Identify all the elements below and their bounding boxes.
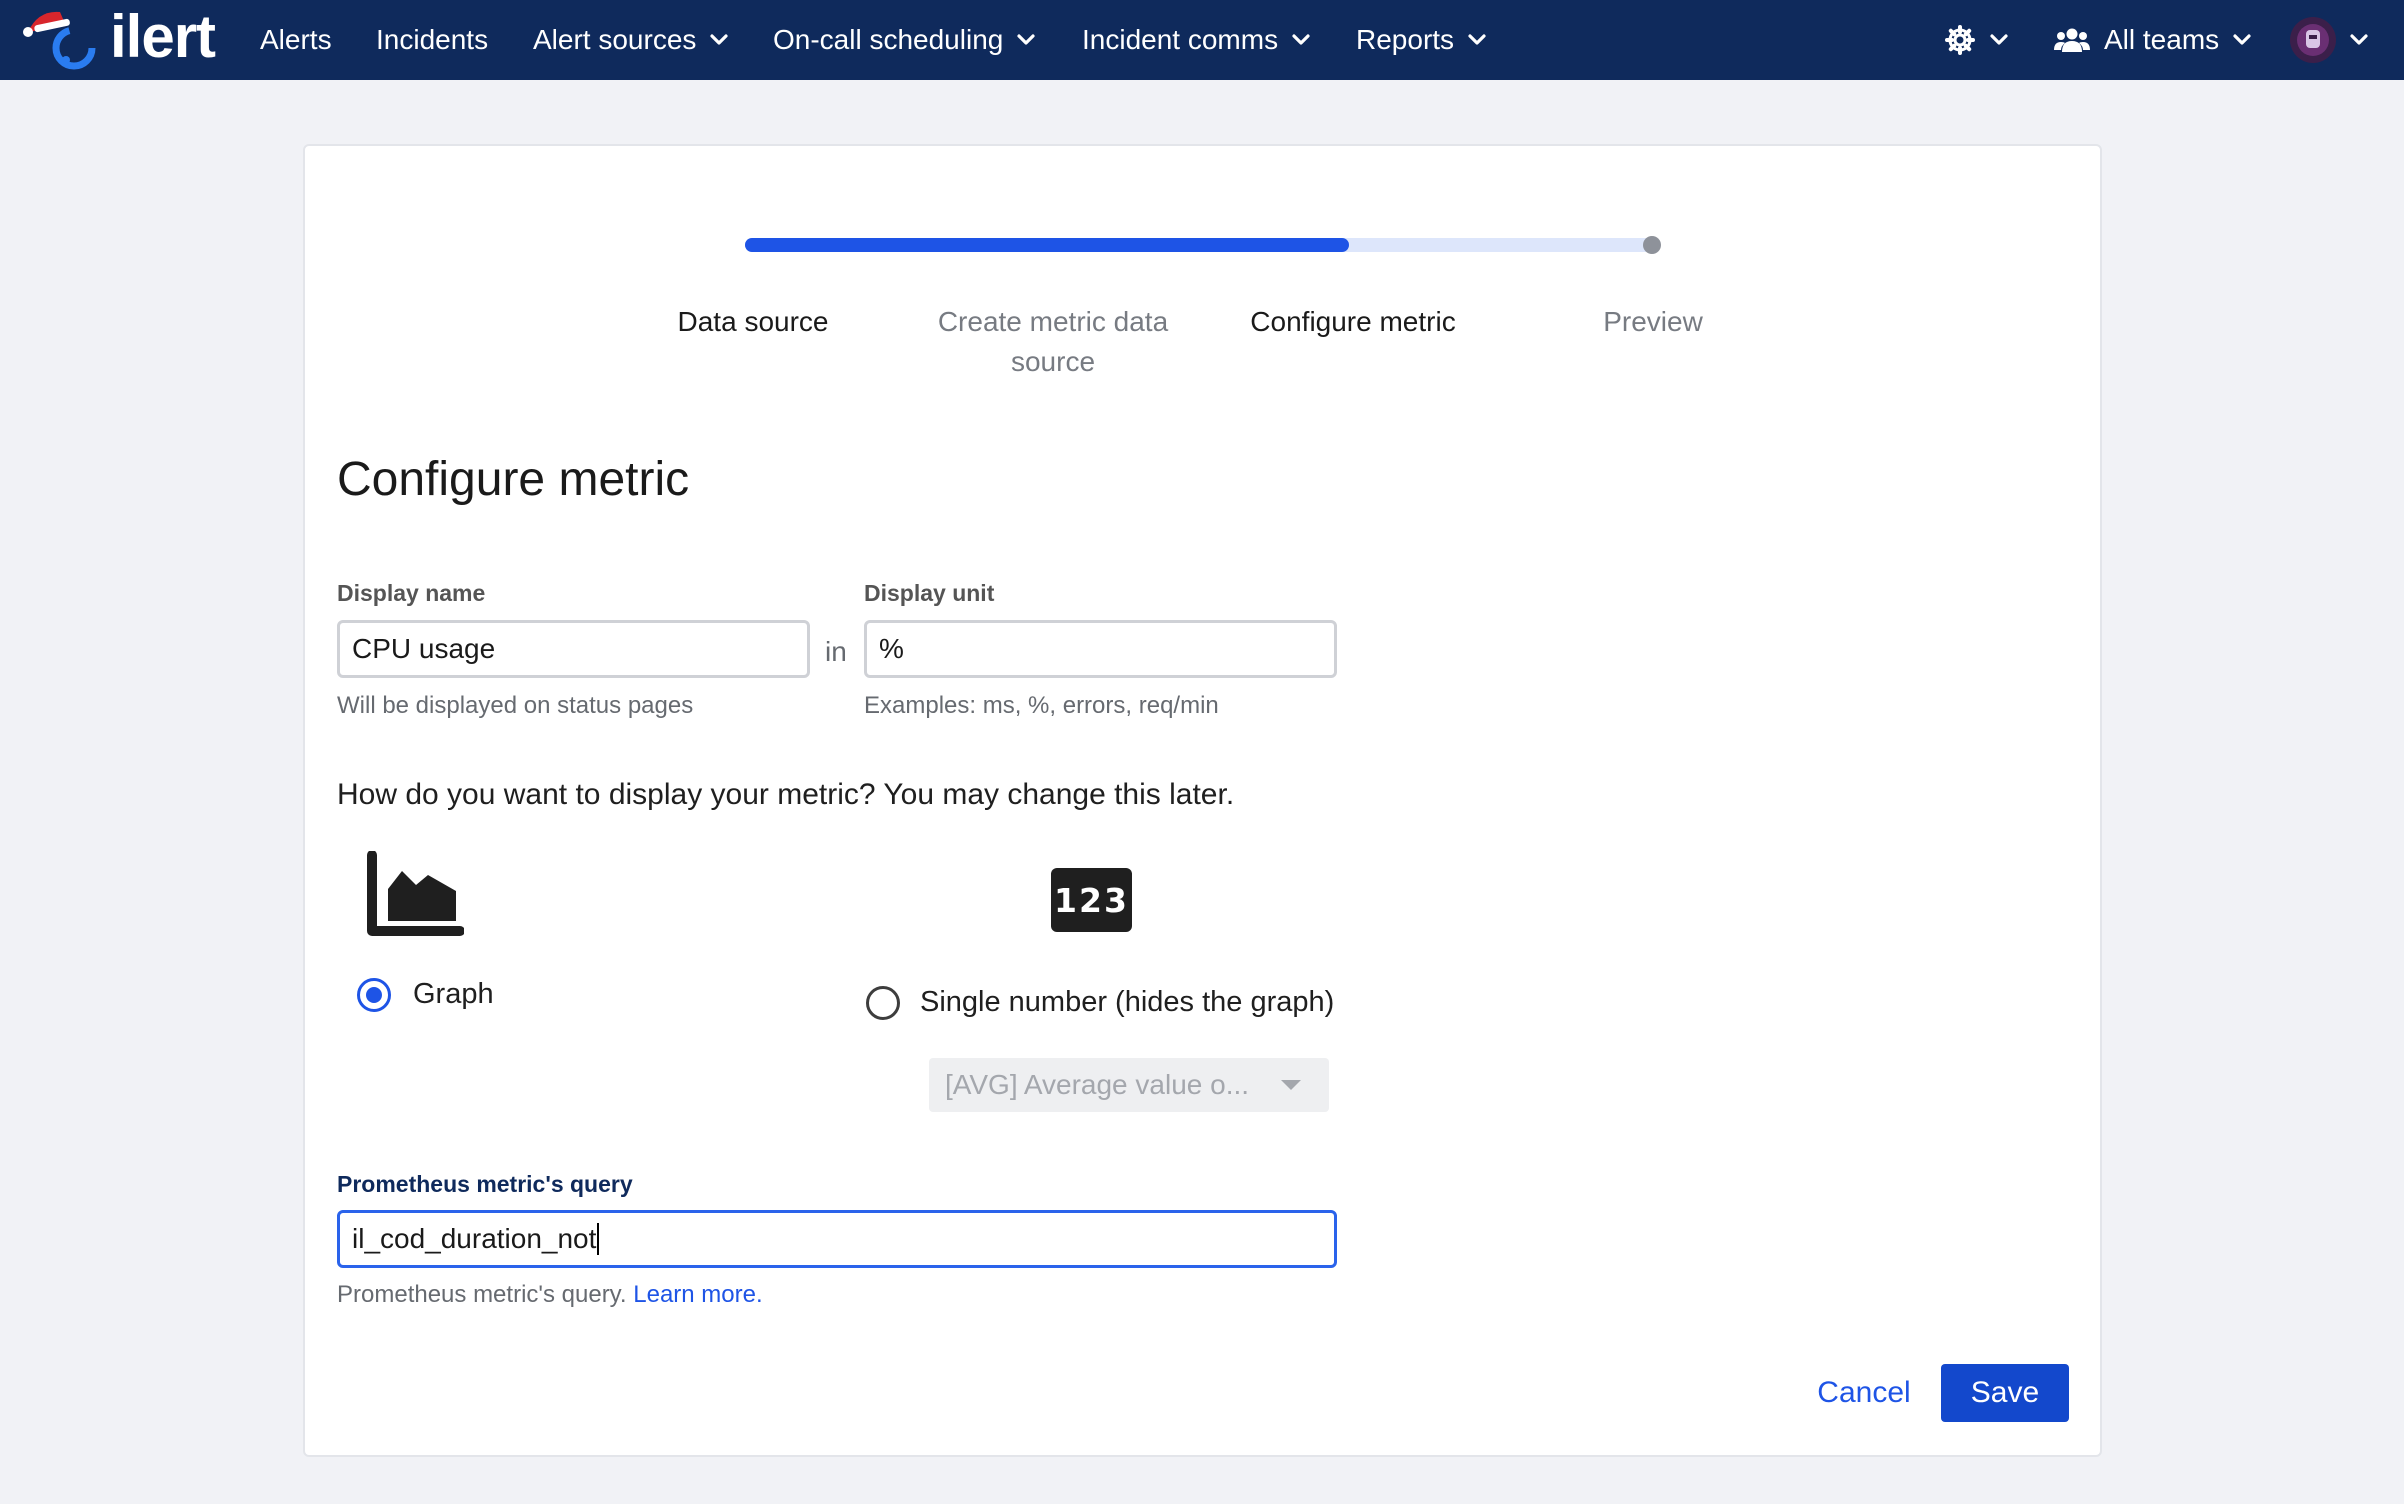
aggregation-select: [AVG] Average value o...: [929, 1058, 1329, 1112]
graph-radio-label[interactable]: Graph: [413, 978, 494, 1011]
nav-on-call-scheduling[interactable]: On-call scheduling: [773, 0, 1035, 80]
settings-menu[interactable]: [1944, 0, 2008, 80]
display-unit-help: Examples: ms, %, errors, req/min: [864, 692, 1219, 719]
prometheus-query-input[interactable]: il_cod_duration_not: [337, 1210, 1337, 1268]
display-type-question: How do you want to display your metric? …: [337, 778, 1235, 811]
single-number-radio-label[interactable]: Single number (hides the graph): [920, 986, 1334, 1019]
progress-end-dot: [1643, 236, 1661, 254]
wizard-progress-bar: [745, 238, 1660, 252]
avatar: [2290, 17, 2336, 63]
nav-alerts[interactable]: Alerts: [260, 0, 332, 80]
aggregation-select-value: [AVG] Average value o...: [945, 1069, 1250, 1100]
prometheus-query-help-text: Prometheus metric's query.: [337, 1281, 627, 1308]
chevron-down-icon: [2350, 34, 2368, 45]
step-configure-metric: Configure metric: [1250, 306, 1456, 337]
step-data-source[interactable]: Data source: [613, 302, 893, 342]
area-chart-icon[interactable]: [366, 851, 464, 937]
single-number-radio[interactable]: [866, 986, 900, 1020]
cancel-button[interactable]: Cancel: [1806, 1364, 1922, 1422]
display-name-value: CPU usage: [352, 633, 496, 664]
nav-incident-comms-label: Incident comms: [1082, 24, 1279, 55]
users-icon: [2054, 28, 2090, 52]
user-menu[interactable]: [2290, 0, 2368, 80]
teams-selector[interactable]: All teams: [2054, 0, 2251, 80]
graph-radio[interactable]: [357, 978, 391, 1012]
teams-label: All teams: [2104, 24, 2220, 55]
display-unit-input[interactable]: %: [864, 620, 1337, 678]
nav-incidents-label: Incidents: [376, 24, 489, 55]
ilert-logo[interactable]: ilert: [10, 0, 235, 80]
display-unit-value: %: [879, 633, 904, 664]
page-title: Configure metric: [337, 453, 690, 506]
single-number-icon-text: 123: [1054, 880, 1129, 920]
display-name-help: Will be displayed on status pages: [337, 692, 694, 719]
nav-alert-sources-label: Alert sources: [533, 24, 697, 55]
chevron-down-icon: [1990, 34, 2008, 45]
learn-more-link[interactable]: Learn more.: [633, 1281, 762, 1308]
gear-icon: [1945, 25, 1975, 55]
santa-hat-logo-icon: [23, 11, 96, 70]
nav-reports-label: Reports: [1356, 24, 1455, 55]
step-preview: Preview: [1603, 306, 1703, 337]
logo-text: ilert: [110, 3, 216, 70]
top-navigation: ilert Alerts Incidents Alert sources On-…: [0, 0, 2404, 80]
chevron-down-icon: [1468, 34, 1486, 45]
text-caret: [597, 1223, 600, 1255]
nav-incident-comms[interactable]: Incident comms: [1082, 0, 1310, 80]
nav-on-call-scheduling-label: On-call scheduling: [773, 24, 1004, 55]
display-name-label: Display name: [337, 580, 486, 606]
step-create-metric-data-source: Create metric data source: [937, 306, 1169, 377]
display-unit-label: Display unit: [864, 580, 995, 606]
prometheus-query-value: il_cod_duration_not: [352, 1223, 597, 1254]
chevron-down-icon: [2233, 34, 2251, 45]
in-separator: in: [825, 636, 847, 667]
save-button[interactable]: Save: [1941, 1364, 2069, 1422]
chevron-down-icon: [710, 34, 729, 45]
nav-reports[interactable]: Reports: [1356, 0, 1486, 80]
display-name-input[interactable]: CPU usage: [337, 620, 810, 678]
caret-down-icon: [1281, 1080, 1301, 1090]
nav-alert-sources[interactable]: Alert sources: [533, 0, 729, 80]
chevron-down-icon: [1017, 34, 1035, 45]
nav-alerts-label: Alerts: [260, 24, 332, 55]
prometheus-query-label: Prometheus metric's query: [337, 1171, 633, 1197]
prometheus-query-help: Prometheus metric's query. Learn more.: [337, 1281, 763, 1309]
single-number-icon[interactable]: 123: [1051, 868, 1132, 932]
chevron-down-icon: [1292, 34, 1310, 45]
wizard-progress-fill: [745, 238, 1349, 252]
nav-incidents[interactable]: Incidents: [376, 0, 488, 80]
